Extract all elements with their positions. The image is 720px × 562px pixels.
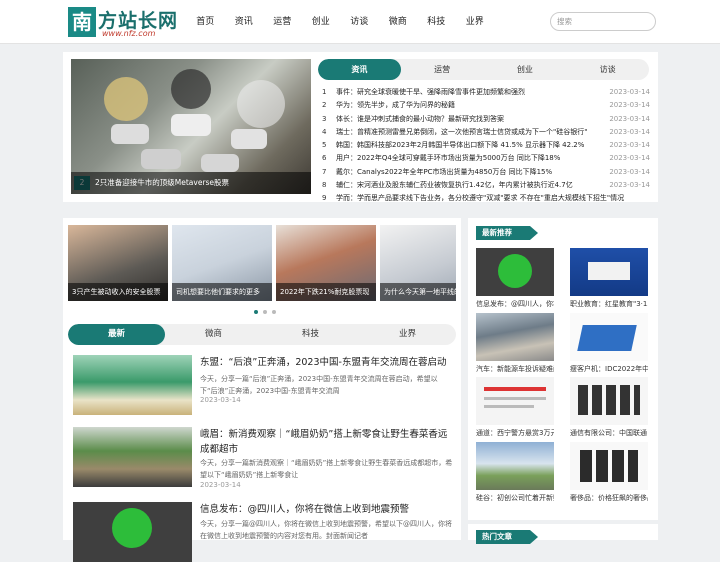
article-image[interactable] <box>73 427 192 487</box>
sidebar-image[interactable] <box>476 313 554 361</box>
thumb-card[interactable]: 司机想要比他们要求的更多 <box>172 225 272 301</box>
sidebar-item[interactable]: 职业教育：红星教育"3·15" <box>570 248 648 309</box>
main-nav: 首页 资讯 运营 创业 访谈 微商 科技 业界 <box>186 0 494 44</box>
site-header: 南 方站长网 www.nfz.com 首页 资讯 运营 创业 访谈 微商 科技 … <box>0 0 720 44</box>
thumb-caption[interactable]: 司机想要比他们要求的更多 <box>172 283 272 301</box>
nav-interview[interactable]: 访谈 <box>340 0 379 44</box>
site-logo[interactable]: 南 方站长网 www.nfz.com <box>68 7 177 39</box>
thumb-caption[interactable]: 2022年下跌21%耐克股票现 <box>276 283 376 301</box>
carousel-dot[interactable] <box>254 310 258 314</box>
sidebar-image[interactable] <box>570 313 648 361</box>
thumb-card[interactable]: 3只产生被动收入的安全股票 <box>68 225 168 301</box>
tab-interview[interactable]: 访谈 <box>566 59 649 80</box>
news-tabs: 资讯 运营 创业 访谈 <box>318 59 649 80</box>
recommend-heading: 最新推荐 <box>476 226 538 240</box>
list-item[interactable]: 5 韩国：韩国科技部2023年2月韩国半导体出口额下降 41.5% 显示器下降 4… <box>322 139 650 152</box>
article-date: 2023-03-14 <box>200 481 241 489</box>
nav-news[interactable]: 资讯 <box>225 0 264 44</box>
logo-mark: 南 <box>68 7 96 37</box>
article-title[interactable]: 信息发布：@四川人，你将在微信上收到地震预警 <box>200 502 454 517</box>
list-item[interactable]: 9 学而：学而思产品要求线下告业务，各分校遵守"双减"要求 不存在"重启大规模线下… <box>322 192 650 205</box>
article-tabs: 最新 微商 科技 业界 <box>68 324 456 345</box>
sidebar-item[interactable]: 汽车：新能源车投诉疑难问题 <box>476 313 554 374</box>
nav-home[interactable]: 首页 <box>186 0 225 44</box>
sidebar-image[interactable] <box>476 377 554 425</box>
sidebar-item[interactable]: 信息发布：@四川人，你将在微信上收到地震预警 <box>476 248 554 309</box>
sidebar-item[interactable]: 奢侈品：价格狂飙的奢侈品 <box>570 442 648 503</box>
sidebar-image[interactable] <box>570 377 648 425</box>
article-summary: 今天，分享一篇新消费观察｜“峨眉奶奶”搭上新零食让野生春菜香远成都超市，希望以下… <box>200 459 453 479</box>
carousel-dots <box>254 310 276 314</box>
nav-tech[interactable]: 科技 <box>417 0 456 44</box>
article-summary: 今天，分享一篇@四川人，你将在微信上收到地震预警，希望以下@四川人，你将在微信上… <box>200 520 452 540</box>
tab-latest[interactable]: 最新 <box>68 324 165 345</box>
sidebar-item[interactable]: 硅谷：初创公司忙着开新账户 <box>476 442 554 503</box>
wechat-icon <box>498 254 532 288</box>
sidebar-item[interactable]: 瘦客户机：IDC2022年中国 <box>570 313 648 374</box>
sidebar-image[interactable] <box>570 442 648 490</box>
tab-tech[interactable]: 科技 <box>262 324 359 345</box>
article-summary: 今天，分享一篇“后浪”正奔涌，2023中国-东盟青年交流周在蓉启动，希望以下“后… <box>200 375 438 395</box>
nav-operations[interactable]: 运营 <box>263 0 302 44</box>
logo-url: www.nfz.com <box>102 29 156 38</box>
sidebar-item[interactable]: 通信有限公司：中国联通 <box>570 377 648 438</box>
nav-wechat-business[interactable]: 微商 <box>379 0 418 44</box>
tab-startup[interactable]: 创业 <box>484 59 567 80</box>
list-item[interactable]: 8 辅仁：宋河酒业及股东辅仁药业被恢复执行1.42亿，年内累计被执行近4.7亿 20… <box>322 179 650 192</box>
article-date: 2023-03-14 <box>200 396 241 404</box>
list-item[interactable]: 4 瑞士：曾精准预测雷曼兄弟倒闭，这一次他预言瑞士信贷或成为下一个"硅谷银行" 20… <box>322 126 650 139</box>
tab-operations[interactable]: 运营 <box>401 59 484 80</box>
slide-caption[interactable]: 2只准备迎接牛市的顶级Metaverse股票 <box>71 172 311 194</box>
search-input[interactable]: 搜索 <box>550 12 656 31</box>
carousel-dot[interactable] <box>272 310 276 314</box>
tab-wechat-business[interactable]: 微商 <box>165 324 262 345</box>
nav-industry[interactable]: 业界 <box>456 0 495 44</box>
tab-industry[interactable]: 业界 <box>359 324 456 345</box>
hot-heading: 热门文章 <box>476 530 538 544</box>
thumb-caption[interactable]: 为什么今天第一地平线的 <box>380 283 456 301</box>
thumb-caption[interactable]: 3只产生被动收入的安全股票 <box>68 283 168 301</box>
list-item[interactable]: 7 戴尔：Canalys2022年全年PC市场出货量为4850万台 同比下降15%… <box>322 166 650 179</box>
tab-news[interactable]: 资讯 <box>318 59 401 80</box>
thumb-card[interactable]: 为什么今天第一地平线的 <box>380 225 456 301</box>
article-title[interactable]: 峨眉：新消费观察｜“峨眉奶奶”搭上新零食让野生春菜香远成都超市 <box>200 427 454 457</box>
sidebar-image[interactable] <box>476 442 554 490</box>
sidebar-image[interactable] <box>570 248 648 296</box>
wechat-icon <box>112 508 152 548</box>
list-item[interactable]: 6 用户：2022年Q4全球可穿戴手环市场出货量为5000万台 同比下降18% 20… <box>322 152 650 165</box>
nav-startup[interactable]: 创业 <box>302 0 341 44</box>
sidebar-image[interactable] <box>476 248 554 296</box>
article-title[interactable]: 东盟：“后浪”正奔涌，2023中国-东盟青年交流周在蓉启动 <box>200 355 454 370</box>
list-item[interactable]: 2 华为：领先半步，成了华为问界的秘籍 2023-03-14 <box>322 99 650 112</box>
thumb-carousel: 3只产生被动收入的安全股票 司机想要比他们要求的更多 2022年下跌21%耐克股… <box>68 225 456 301</box>
news-list: 1 事件：研究全球衰暖使干旱、强降雨降雪事件更加频繁和强烈 2023-03-14 2… <box>322 86 650 206</box>
article-image[interactable] <box>73 502 192 562</box>
sidebar-item[interactable]: 通道：西宁警方悬赏3万元 <box>476 377 554 438</box>
list-item[interactable]: 1 事件：研究全球衰暖使干旱、强降雨降雪事件更加频繁和强烈 2023-03-14 <box>322 86 650 99</box>
thumb-card[interactable]: 2022年下跌21%耐克股票现 <box>276 225 376 301</box>
article-image[interactable] <box>73 355 192 415</box>
carousel-dot[interactable] <box>263 310 267 314</box>
list-item[interactable]: 3 体长：谁是冲刺式捕食的最小动物？最新研究找到答案 2023-03-14 <box>322 113 650 126</box>
featured-slide[interactable]: 2 2只准备迎接牛市的顶级Metaverse股票 <box>71 59 311 194</box>
